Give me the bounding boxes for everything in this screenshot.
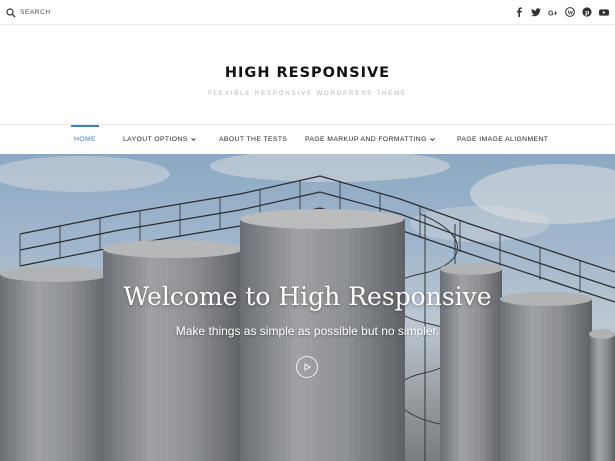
- twitter-icon[interactable]: [531, 6, 541, 18]
- wordpress-icon[interactable]: W: [565, 6, 575, 18]
- nav-item-home[interactable]: HOME: [71, 125, 99, 154]
- nav-item-page-image-alignment[interactable]: PAGE IMAGE ALIGNMENT: [457, 125, 548, 154]
- nav-item-label: ABOUT THE TESTS: [219, 136, 288, 143]
- hero-title: Welcome to High Responsive: [123, 282, 492, 311]
- pinterest-icon[interactable]: p: [582, 6, 592, 18]
- search-label: SEARCH: [20, 9, 51, 16]
- nav-item-layout-options[interactable]: LAYOUT OPTIONS: [123, 125, 196, 154]
- top-bar: SEARCH G+ W p: [0, 0, 615, 25]
- search-toggle[interactable]: SEARCH: [6, 6, 51, 19]
- svg-text:W: W: [567, 9, 574, 16]
- play-icon: [304, 363, 311, 371]
- site-branding: HIGH RESPONSIVE FLEXIBLE RESPONSIVE WORD…: [0, 25, 615, 125]
- chevron-down-icon: [190, 138, 196, 142]
- nav-item-page-markup[interactable]: PAGE MARKUP AND FORMATTING: [305, 125, 435, 154]
- site-title[interactable]: HIGH RESPONSIVE: [0, 65, 615, 81]
- facebook-icon[interactable]: [514, 6, 524, 18]
- nav-item-label: PAGE IMAGE ALIGNMENT: [457, 136, 549, 143]
- social-links: G+ W p: [514, 6, 609, 18]
- hero-banner: Welcome to High Responsive Make things a…: [0, 154, 615, 461]
- main-navigation: HOME LAYOUT OPTIONS ABOUT THE TESTS PAGE…: [0, 125, 615, 154]
- search-icon: [6, 7, 16, 18]
- svg-text:p: p: [585, 10, 589, 17]
- chevron-down-icon: [430, 138, 435, 142]
- play-button[interactable]: [296, 356, 318, 378]
- svg-text:G+: G+: [548, 9, 558, 17]
- nav-item-label: LAYOUT OPTIONS: [123, 136, 188, 143]
- nav-item-label: PAGE MARKUP AND FORMATTING: [305, 136, 427, 143]
- nav-item-label: HOME: [74, 136, 96, 143]
- google-plus-icon[interactable]: G+: [548, 6, 558, 18]
- hero-subtitle: Make things as simple as possible but no…: [175, 324, 440, 338]
- youtube-icon[interactable]: [599, 6, 609, 18]
- nav-item-about-the-tests[interactable]: ABOUT THE TESTS: [219, 125, 287, 154]
- site-description: FLEXIBLE RESPONSIVE WORDPRESS THEME: [208, 91, 407, 97]
